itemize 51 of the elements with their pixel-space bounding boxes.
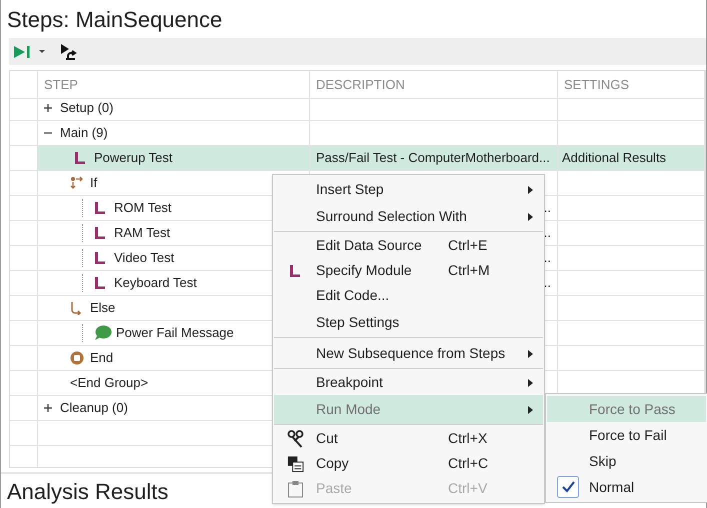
step-label: <End Group> <box>70 374 148 392</box>
column-header: SETTINGS <box>558 71 705 99</box>
clipboard-icon <box>286 480 304 498</box>
l-icon <box>94 251 106 265</box>
menu-item[interactable]: New Subsequence from Steps <box>274 339 543 369</box>
menu-item[interactable]: Surround Selection With <box>274 202 543 232</box>
menu-item[interactable]: Cut Ctrl+X <box>274 426 543 451</box>
step-label: ROM Test <box>114 199 172 218</box>
copy-icon <box>286 454 304 472</box>
run-loop-icon[interactable] <box>59 42 77 60</box>
step-label: Main (9) <box>60 124 108 142</box>
step-label: Cleanup (0) <box>60 399 128 418</box>
step-label: Keyboard Test <box>114 274 197 292</box>
step-label: If <box>90 174 98 192</box>
menu-item[interactable]: Step Settings <box>274 308 543 338</box>
l-icon <box>94 276 106 290</box>
tree-row[interactable]: Setup (0) <box>38 96 310 121</box>
submenu-arrow-icon <box>528 186 533 194</box>
menu-item[interactable]: Force to Fail <box>547 422 706 448</box>
turn-arrow-icon <box>70 301 82 315</box>
stop-icon <box>70 351 84 365</box>
expand-icon[interactable] <box>44 104 52 112</box>
column-header: STEP <box>38 71 310 99</box>
submenu-arrow-icon <box>528 212 533 220</box>
menu-item[interactable]: Skip <box>547 448 706 474</box>
step-label: Else <box>90 299 116 318</box>
step-label: Video Test <box>114 249 174 268</box>
settings-cell: Additional Results <box>558 146 705 171</box>
speech-bubble-icon <box>94 325 112 341</box>
tree-row[interactable]: Powerup Test <box>38 146 310 171</box>
submenu-arrow-icon <box>528 406 533 414</box>
menu-item[interactable]: Force to Pass <box>547 396 706 422</box>
step-label: Power Fail Message <box>116 324 234 342</box>
caret-icon[interactable] <box>39 50 45 54</box>
l-icon <box>289 264 301 278</box>
expand-icon[interactable] <box>44 404 52 412</box>
step-label: End <box>90 349 114 368</box>
branch-icon <box>70 176 84 190</box>
l-icon <box>94 201 106 215</box>
step-label: Powerup Test <box>94 149 173 168</box>
l-icon <box>94 226 106 240</box>
menu-item[interactable]: Normal <box>547 474 706 500</box>
step-label: Setup (0) <box>60 99 114 118</box>
description-cell: Pass/Fail Test - ComputerMotherboard... <box>310 146 558 171</box>
column-header: DESCRIPTION <box>310 71 558 99</box>
panel-title: Steps: MainSequence <box>6 6 224 34</box>
scissors-icon <box>286 430 304 448</box>
step-label: RAM Test <box>114 224 170 242</box>
submenu-arrow-icon <box>528 350 533 358</box>
submenu-arrow-icon <box>528 378 533 386</box>
l-icon <box>74 151 86 165</box>
